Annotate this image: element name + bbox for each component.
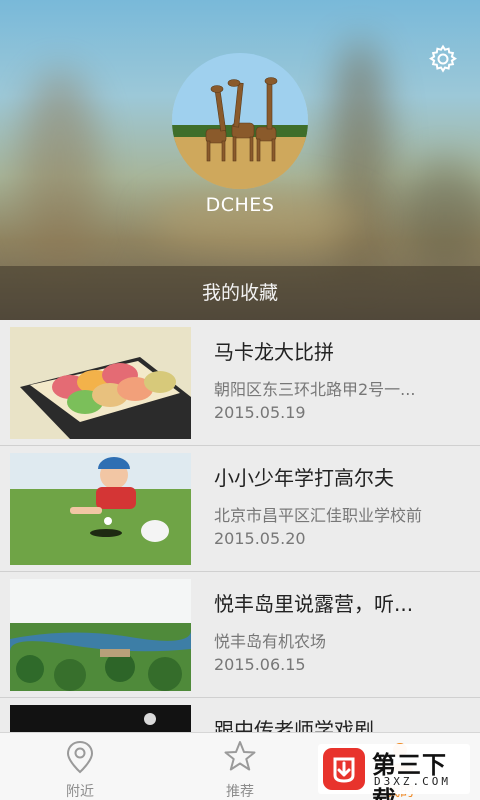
item-date: 2015.05.19 xyxy=(214,403,306,422)
watermark-title: 第三下载 xyxy=(372,751,447,800)
item-date: 2015.05.20 xyxy=(214,529,306,548)
tab-label: 推荐 xyxy=(226,784,254,800)
list-item[interactable]: 马卡龙大比拼 朝阳区东三环北路甲2号一... 2015.05.19 xyxy=(0,320,480,446)
username: DCHES xyxy=(205,194,275,216)
gear-icon[interactable] xyxy=(428,44,458,74)
tab-recommend[interactable]: 推荐 xyxy=(160,733,320,800)
favorites-list[interactable]: 马卡龙大比拼 朝阳区东三环北路甲2号一... 2015.05.19 小小少年学打… xyxy=(0,320,480,732)
item-address: 朝阳区东三环北路甲2号一... xyxy=(214,380,416,399)
background-blur xyxy=(20,70,100,270)
list-item[interactable]: 跟中传老师学戏剧 xyxy=(0,698,480,732)
download-logo-icon xyxy=(322,747,366,791)
favorites-section-title: 我的收藏 xyxy=(0,266,480,320)
tab-label: 附近 xyxy=(66,784,94,800)
macarons-thumbnail xyxy=(10,327,191,439)
avatar[interactable] xyxy=(172,53,308,189)
list-item[interactable]: 悦丰岛里说露营，听... 悦丰岛有机农场 2015.06.15 xyxy=(0,572,480,698)
site-watermark: 第三下载 D3XZ.COM xyxy=(318,744,470,800)
item-date: 2015.06.15 xyxy=(214,655,306,674)
item-address: 北京市昌平区汇佳职业学校前 xyxy=(214,506,423,525)
watermark-url: D3XZ.COM xyxy=(374,775,451,788)
park-aerial-thumbnail xyxy=(10,579,191,691)
star-icon xyxy=(224,739,256,775)
item-title: 小小少年学打高尔夫 xyxy=(214,466,394,490)
background-blur xyxy=(330,40,390,280)
list-item[interactable]: 小小少年学打高尔夫 北京市昌平区汇佳职业学校前 2015.05.20 xyxy=(0,446,480,572)
item-title: 跟中传老师学戏剧 xyxy=(214,718,374,732)
theater-thumbnail xyxy=(10,705,191,732)
item-address: 悦丰岛有机农场 xyxy=(214,632,327,651)
location-pin-icon xyxy=(64,739,96,775)
tab-nearby[interactable]: 附近 xyxy=(0,733,160,800)
item-title: 马卡龙大比拼 xyxy=(214,340,334,364)
kid-golf-thumbnail xyxy=(10,453,191,565)
profile-header: DCHES 我的收藏 xyxy=(0,0,480,320)
item-title: 悦丰岛里说露营，听... xyxy=(214,592,414,616)
